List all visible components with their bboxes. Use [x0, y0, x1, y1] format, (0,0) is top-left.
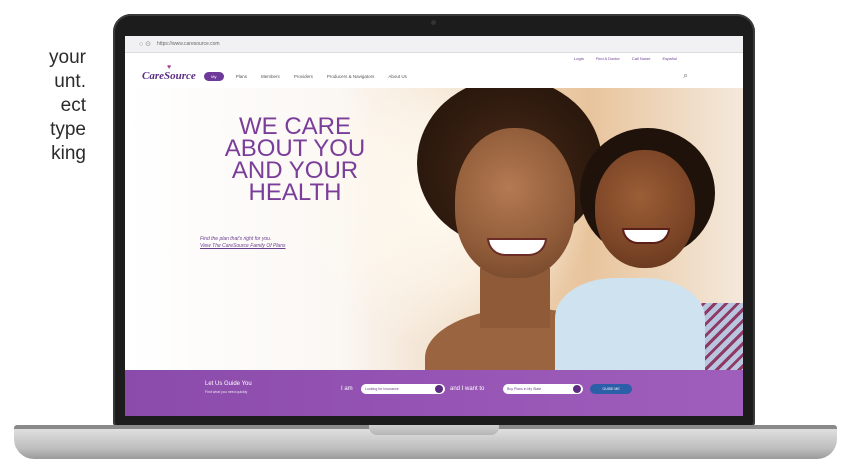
- url-text[interactable]: https://www.caresource.com: [157, 41, 220, 47]
- want-to-label: and I want to: [450, 386, 485, 392]
- side-text-line: king: [51, 143, 86, 164]
- nav-menu: Plans Members Providers Producers & Navi…: [236, 74, 407, 79]
- hero-headline: WE CARE ABOUT YOU AND YOUR HEALTH: [215, 115, 375, 206]
- side-text-line: ect: [60, 95, 86, 116]
- nav-item-members[interactable]: Members: [261, 74, 280, 79]
- family-of-plans-link[interactable]: View The CareSource Family Of Plans: [200, 243, 286, 250]
- site-navigation: CareSource ♥ My Plans Members Providers …: [125, 63, 743, 86]
- child-shirt: [555, 278, 705, 370]
- nav-item-about[interactable]: About Us: [388, 74, 407, 79]
- logo-text: CareSource: [142, 70, 196, 82]
- caresource-logo[interactable]: CareSource ♥: [142, 63, 196, 82]
- chevron-down-icon: [435, 385, 443, 393]
- hero-sub-text: Find the plan that's right for you.: [200, 236, 272, 242]
- espanol-link[interactable]: Español: [663, 56, 677, 61]
- guide-bar: Let Us Guide You Find what you need quic…: [125, 370, 743, 416]
- laptop-lid: ○ ⊙ https://www.caresource.com Login Fin…: [113, 14, 755, 428]
- guide-me-button[interactable]: GUIDE ME: [590, 384, 632, 394]
- utility-links: Login Find A Doctor Call Nurse Español: [574, 56, 677, 61]
- headline-line: HEALTH: [248, 179, 342, 206]
- laptop-base: [14, 425, 837, 459]
- browser-nav-icons[interactable]: ○ ⊙: [139, 40, 151, 48]
- nav-item-plans[interactable]: Plans: [236, 74, 247, 79]
- i-am-label: I am: [341, 386, 353, 392]
- side-text-line: your: [49, 47, 86, 68]
- i-am-value: Looking for Insurance: [365, 387, 399, 391]
- guide-title: Let Us Guide You: [205, 381, 252, 387]
- heart-icon: ♥: [167, 63, 172, 71]
- side-text-line: unt.: [54, 71, 86, 92]
- chevron-down-icon: [573, 385, 581, 393]
- call-nurse-link[interactable]: Call Nurse: [632, 56, 651, 61]
- find-doctor-link[interactable]: Find A Doctor: [596, 56, 620, 61]
- hero-banner: WE CARE ABOUT YOU AND YOUR HEALTH Find t…: [125, 88, 743, 370]
- camera-icon: [431, 20, 436, 25]
- hero-subtext: Find the plan that's right for you. View…: [200, 236, 286, 250]
- want-to-value: Buy Plans in My State: [507, 387, 542, 391]
- nav-item-producers[interactable]: Producers & Navigators: [327, 74, 375, 79]
- login-link[interactable]: Login: [574, 56, 584, 61]
- nav-item-providers[interactable]: Providers: [294, 74, 313, 79]
- child-face: [595, 150, 695, 268]
- mother-smile: [487, 238, 547, 256]
- my-account-button[interactable]: My: [203, 71, 224, 81]
- cropped-side-text: your unt. ect type king: [0, 46, 86, 166]
- i-am-select[interactable]: Looking for Insurance: [361, 384, 445, 394]
- side-text-line: type: [50, 119, 86, 140]
- guide-subtitle: Find what you need quickly: [205, 390, 248, 394]
- browser-address-bar[interactable]: ○ ⊙ https://www.caresource.com: [125, 36, 743, 53]
- base-notch: [369, 425, 499, 435]
- want-to-select[interactable]: Buy Plans in My State: [503, 384, 583, 394]
- laptop-screen: ○ ⊙ https://www.caresource.com Login Fin…: [125, 36, 743, 416]
- search-icon[interactable]: ⌕: [683, 70, 688, 81]
